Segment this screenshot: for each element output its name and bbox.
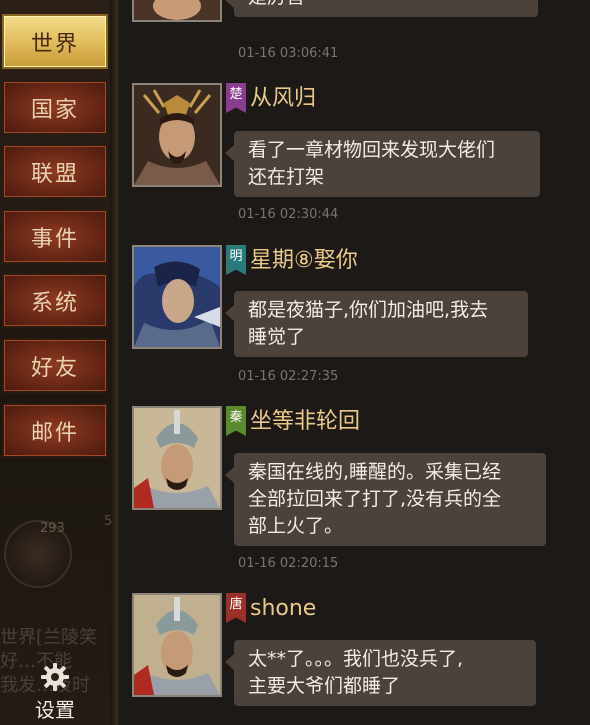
warrior-avatar-icon[interactable] xyxy=(132,245,222,349)
warlord-avatar-icon[interactable] xyxy=(132,83,222,187)
message-bubble: 看了一章材物回来发现大佬们 还在打架 xyxy=(225,131,540,197)
message-line: 主要大爷们都睡了 xyxy=(248,675,401,697)
message-line: 都是夜猫子,你们加油吧,我去 xyxy=(248,299,489,321)
general-avatar-icon[interactable] xyxy=(132,406,222,510)
sender-name[interactable]: 星期⑧娶你 xyxy=(250,246,358,276)
message-line: 部上火了。 xyxy=(248,515,344,537)
tab-friends[interactable]: 好友 xyxy=(2,338,108,393)
message-bubble: 是厉害 xyxy=(225,0,538,17)
chat-panel: 是厉害 01-16 03:06:41 楚 从风归 看了一章材物回来发现大佬们 还… xyxy=(118,0,590,725)
faction-badge: 唐 xyxy=(226,593,246,623)
sender-name[interactable]: 坐等非轮回 xyxy=(250,407,360,437)
settings-button[interactable]: 设置 xyxy=(16,660,94,722)
message-timestamp: 01-16 02:30:44 xyxy=(238,207,339,222)
tab-world[interactable]: 世界 xyxy=(2,14,108,69)
message-bubble: 秦国在线的,睡醒的。采集已经 全部拉回来了打了,没有兵的全 部上火了。 xyxy=(225,453,546,546)
tab-events[interactable]: 事件 xyxy=(2,209,108,264)
general-avatar-icon[interactable] xyxy=(132,593,222,697)
tab-alliance[interactable]: 联盟 xyxy=(2,144,108,199)
faction-badge: 明 xyxy=(226,245,246,275)
message-line: 秦国在线的,睡醒的。采集已经 xyxy=(248,461,502,483)
tab-mail[interactable]: 邮件 xyxy=(2,403,108,458)
settings-label: 设置 xyxy=(35,698,75,722)
message-line: 看了一章材物回来发现大佬们 xyxy=(248,139,496,161)
background-line: 世界[兰陵笑 xyxy=(0,627,98,648)
channel-sidebar: 世界 国家 联盟 事件 系统 好友 邮件 xyxy=(0,0,118,725)
background-count: 293 xyxy=(40,521,65,536)
tab-country[interactable]: 国家 xyxy=(2,80,108,135)
message-line: 太**了。。。我们也没兵了, xyxy=(248,648,464,670)
message-line: 睡觉了 xyxy=(248,326,306,348)
message-timestamp: 01-16 02:27:35 xyxy=(238,369,339,384)
tab-system[interactable]: 系统 xyxy=(2,273,108,328)
warlord-avatar-icon[interactable] xyxy=(132,0,222,22)
message-timestamp: 01-16 03:06:41 xyxy=(238,46,339,61)
sender-name[interactable]: shone xyxy=(250,594,316,624)
message-bubble: 都是夜猫子,你们加油吧,我去 睡觉了 xyxy=(225,291,528,357)
faction-badge: 秦 xyxy=(226,406,246,436)
gear-icon xyxy=(41,663,69,691)
message-line: 是厉害 xyxy=(248,0,524,11)
message-line: 还在打架 xyxy=(248,166,325,188)
background-count-2: 5 xyxy=(104,514,113,529)
sender-name[interactable]: 从风归 xyxy=(250,84,316,114)
message-bubble: 太**了。。。我们也没兵了, 主要大爷们都睡了 xyxy=(225,640,536,706)
message-line: 全部拉回来了打了,没有兵的全 xyxy=(248,488,502,510)
faction-badge: 楚 xyxy=(226,83,246,113)
message-timestamp: 01-16 02:20:15 xyxy=(238,556,339,571)
